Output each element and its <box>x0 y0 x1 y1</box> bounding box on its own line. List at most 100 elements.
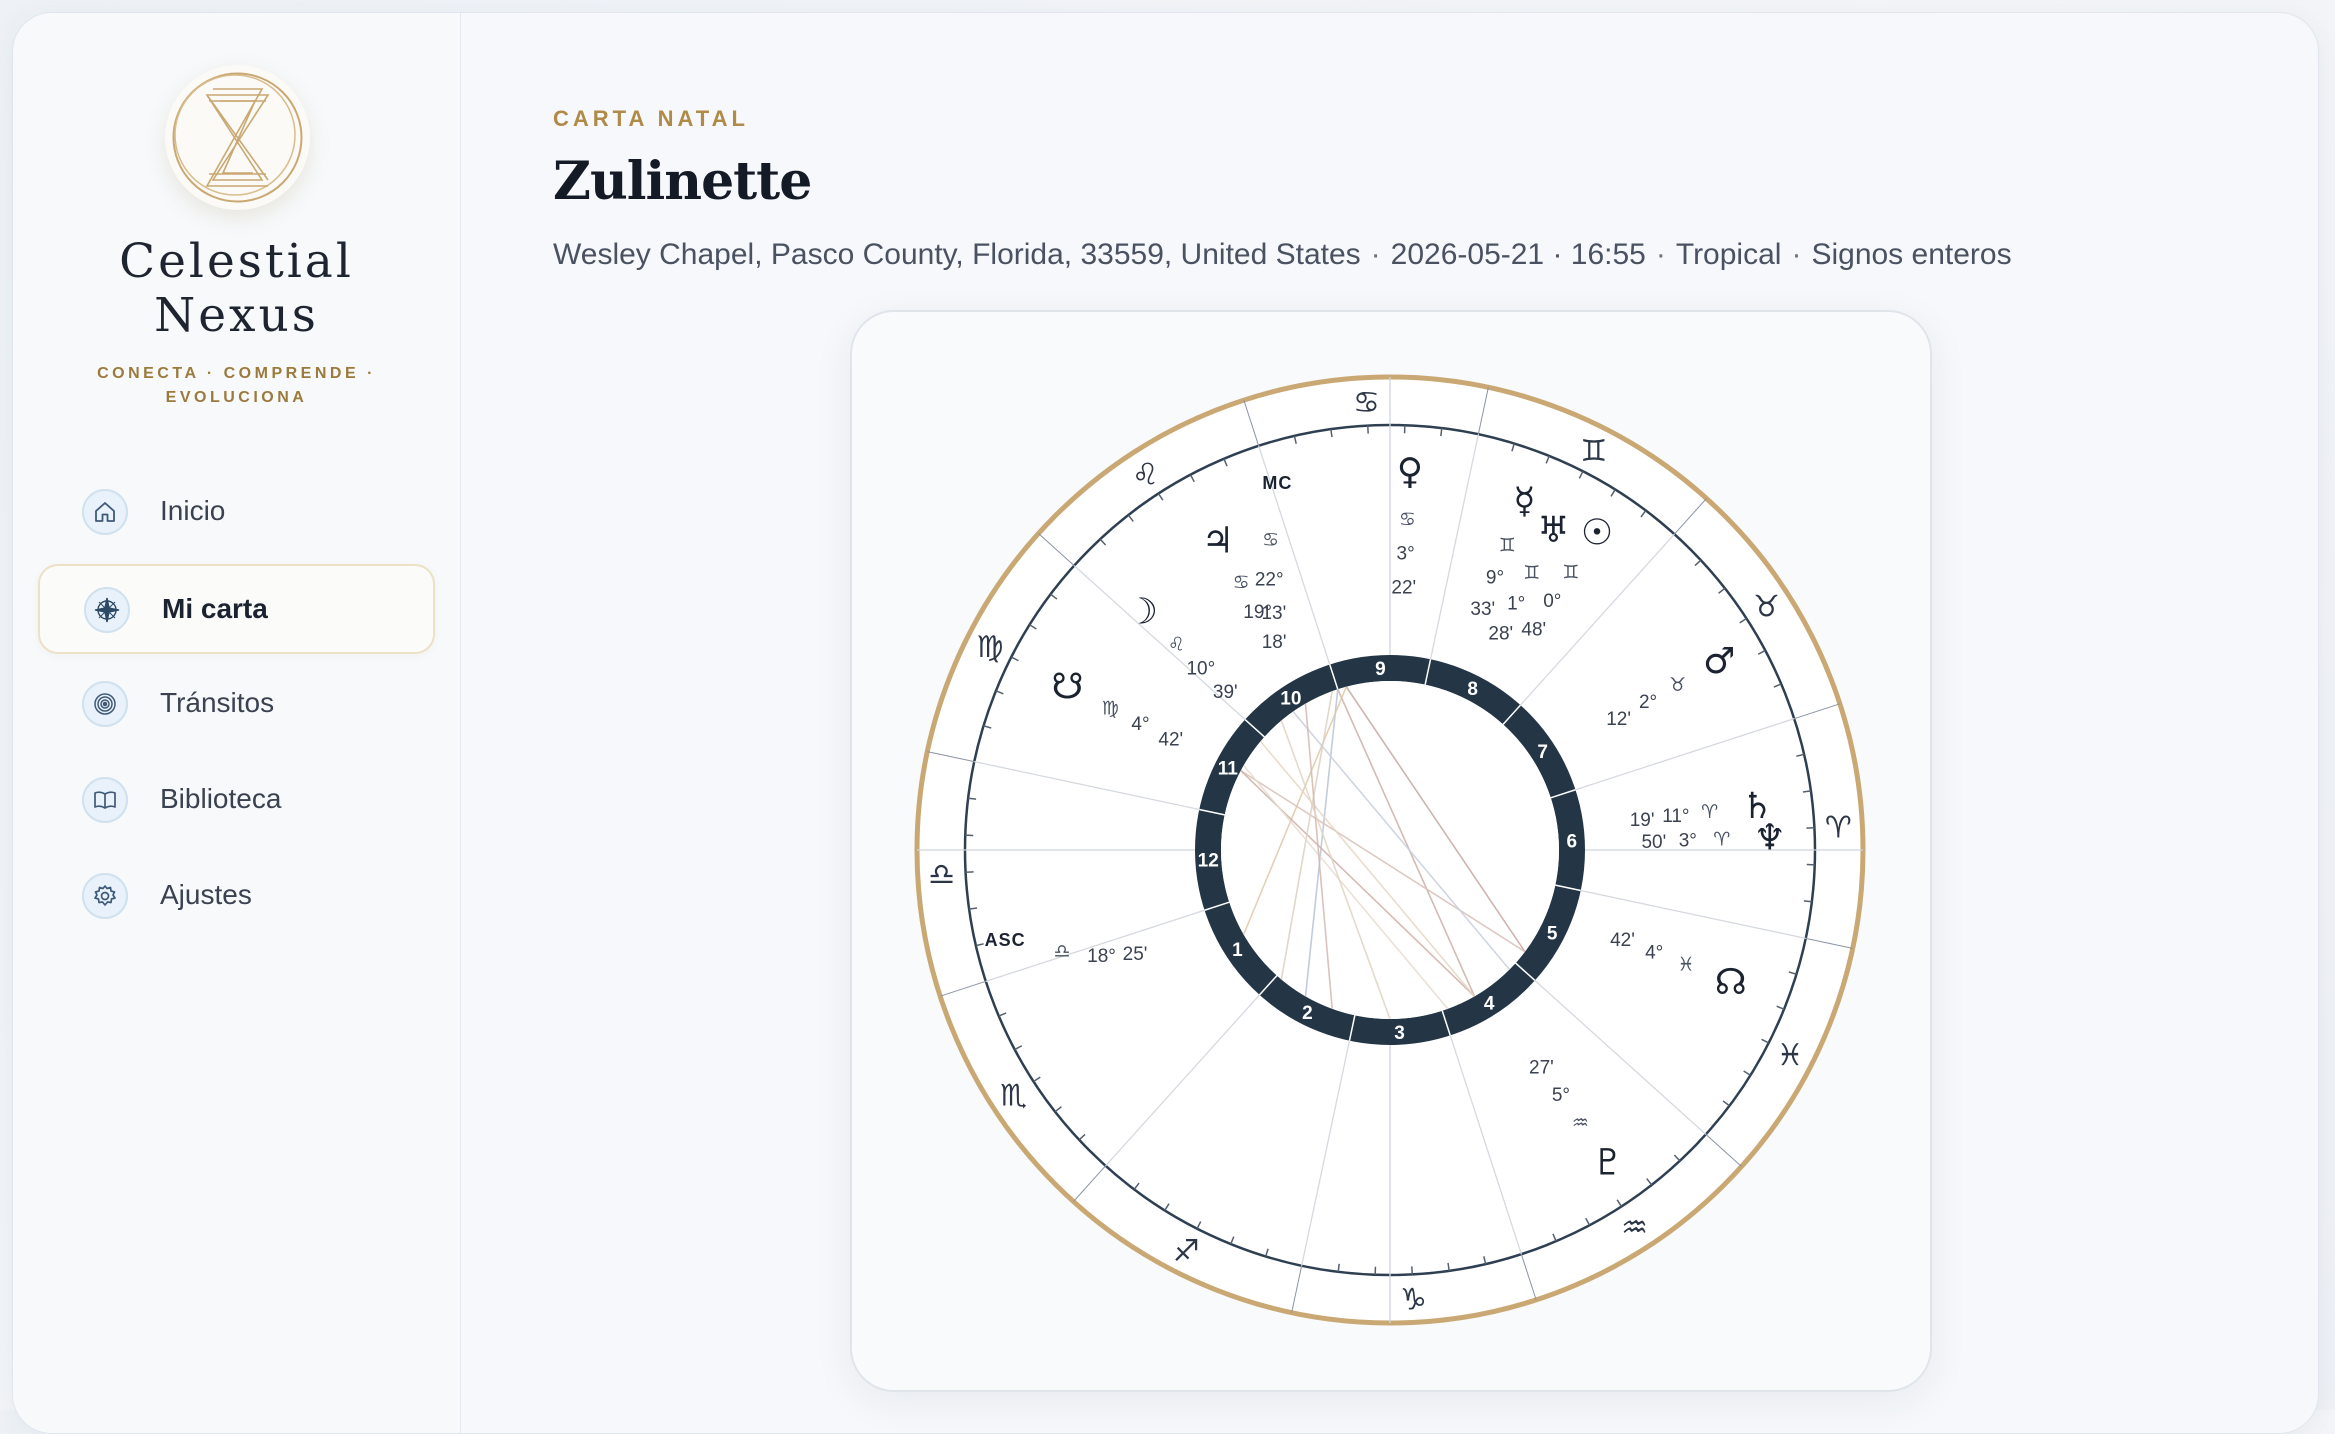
house-number-10: 10 <box>1280 688 1301 709</box>
sidebar: Celestial Nexus CONECTA · COMPRENDE · EV… <box>13 13 461 1433</box>
sidebar-item-inicio[interactable]: Inicio <box>38 468 435 558</box>
mc-sign: ♋ <box>1262 529 1279 551</box>
jupiter-icon: ♃ <box>1202 521 1234 562</box>
house-number-5: 5 <box>1547 924 1558 945</box>
concentric-circles-icon <box>82 681 128 727</box>
meta-zodiac: Tropical <box>1676 238 1782 271</box>
house-number-4: 4 <box>1484 994 1495 1015</box>
sign-glyph-aquarius: ♒ <box>1621 1211 1648 1246</box>
meta-datetime: 2026-05-21 · 16:55 <box>1391 238 1646 271</box>
south-node-sign: ♍ <box>1102 697 1119 719</box>
brand-tagline: CONECTA · COMPRENDE · EVOLUCIONA <box>93 362 380 410</box>
asc-degree: 18° <box>1087 946 1116 967</box>
asc-sign: ♎ <box>1053 940 1070 962</box>
mc-label: MC <box>1262 473 1292 493</box>
sign-glyph-taurus: ♉ <box>1753 589 1780 624</box>
sun-icon: ☉ <box>1581 512 1613 553</box>
mars-minutes: 12' <box>1606 709 1631 730</box>
uranus-sign: ♊ <box>1523 562 1540 584</box>
house-number-6: 6 <box>1566 831 1577 852</box>
mc-degree: 22° <box>1255 570 1284 591</box>
pluto-icon: ♇ <box>1592 1142 1624 1183</box>
natal-chart-wheel[interactable]: ♎♏♐♑♒♓♈♉♊♋♌♍123456789101112☉♊0°48'☽♌10°3… <box>852 312 1930 1390</box>
sidebar-item-biblioteca[interactable]: Biblioteca <box>38 756 435 846</box>
pluto-degree: 5° <box>1552 1085 1570 1106</box>
sign-glyph-gemini: ♊ <box>1580 434 1607 469</box>
sign-glyph-sagittarius: ♐ <box>1173 1234 1200 1269</box>
sidebar-item-ajustes[interactable]: Ajustes <box>38 852 435 942</box>
sun-sign: ♊ <box>1562 562 1579 584</box>
sidebar-item-label: Tránsitos <box>160 687 274 719</box>
uranus-degree: 1° <box>1507 593 1525 614</box>
asc-label: ASC <box>985 930 1026 950</box>
house-number-3: 3 <box>1394 1023 1405 1044</box>
sun-minutes: 48' <box>1521 620 1546 641</box>
venus-minutes: 22' <box>1391 577 1416 598</box>
south-node-degree: 4° <box>1131 714 1149 735</box>
neptune-degree: 3° <box>1679 831 1697 852</box>
saturn-minutes: 19' <box>1630 810 1655 831</box>
sidebar-item-label: Mi carta <box>162 593 268 625</box>
gear-icon <box>82 873 128 919</box>
home-icon <box>82 489 128 535</box>
sidebar-item-transitos[interactable]: Tránsitos <box>38 660 435 750</box>
mercury-icon: ☿ <box>1513 481 1535 522</box>
uranus-minutes: 28' <box>1488 624 1513 645</box>
mercury-sign: ♊ <box>1499 535 1516 557</box>
meta-separator: · <box>1791 238 1801 271</box>
meta-location: Wesley Chapel, Pasco County, Florida, 33… <box>553 238 1361 271</box>
house-number-7: 7 <box>1537 742 1548 763</box>
house-number-12: 12 <box>1198 851 1219 872</box>
north-node-sign: ♓ <box>1677 954 1694 976</box>
compass-rose-icon <box>84 587 130 633</box>
page-eyebrow: CARTA NATAL <box>553 106 749 132</box>
mars-degree: 2° <box>1639 692 1657 713</box>
mercury-degree: 9° <box>1486 567 1504 588</box>
jupiter-sign: ♋ <box>1233 571 1250 593</box>
sign-glyph-virgo: ♍ <box>976 630 1003 665</box>
pluto-minutes: 27' <box>1529 1057 1554 1078</box>
house-number-1: 1 <box>1232 940 1243 961</box>
natal-chart-card: ♎♏♐♑♒♓♈♉♊♋♌♍123456789101112☉♊0°48'☽♌10°3… <box>850 310 1932 1392</box>
sign-glyph-cancer: ♋ <box>1353 386 1380 421</box>
sign-glyph-scorpio: ♏ <box>1000 1079 1027 1114</box>
venus-sign: ♋ <box>1399 508 1416 530</box>
south-node-minutes: 42' <box>1158 729 1183 750</box>
venus-degree: 3° <box>1397 543 1415 564</box>
house-number-9: 9 <box>1375 659 1386 680</box>
sign-glyph-pisces: ♓ <box>1777 1038 1804 1073</box>
saturn-degree: 11° <box>1662 806 1689 827</box>
asc-minutes: 25' <box>1123 944 1148 965</box>
neptune-sign: ♈ <box>1713 828 1730 850</box>
neptune-icon: ♆ <box>1754 818 1786 859</box>
degree-tick <box>1804 901 1812 902</box>
meta-houses: Signos enteros <box>1811 238 2011 271</box>
mars-sign: ♉ <box>1669 674 1686 696</box>
logo-icon <box>165 65 310 210</box>
neptune-minutes: 50' <box>1641 832 1666 853</box>
moon-degree: 10° <box>1186 658 1215 679</box>
degree-tick <box>968 798 976 799</box>
brand-name-line1: Celestial <box>13 235 460 289</box>
moon-sign: ♌ <box>1168 634 1185 656</box>
sun-degree: 0° <box>1543 591 1561 612</box>
house-number-2: 2 <box>1302 1003 1313 1024</box>
house-number-8: 8 <box>1467 679 1478 700</box>
meta-separator: · <box>1656 238 1666 271</box>
venus-icon: ♀ <box>1397 452 1423 493</box>
sign-glyph-capricorn: ♑ <box>1400 1282 1427 1317</box>
saturn-sign: ♈ <box>1701 801 1718 823</box>
degree-tick <box>1441 428 1442 436</box>
pluto-sign: ♒ <box>1572 1112 1589 1134</box>
sidebar-item-mi-carta[interactable]: Mi carta <box>38 564 435 654</box>
brand-name-line2: Nexus <box>13 289 460 343</box>
mc-minutes: 13' <box>1261 603 1286 624</box>
north-node-degree: 4° <box>1645 942 1663 963</box>
sign-glyph-libra: ♎ <box>928 857 955 892</box>
house-number-11: 11 <box>1218 758 1239 779</box>
mars-icon: ♂ <box>1703 641 1735 682</box>
degree-tick <box>1338 1264 1339 1272</box>
moon-icon: ☽ <box>1126 591 1158 632</box>
sidebar-item-label: Inicio <box>160 495 225 527</box>
page-title: Zulinette <box>553 151 811 212</box>
